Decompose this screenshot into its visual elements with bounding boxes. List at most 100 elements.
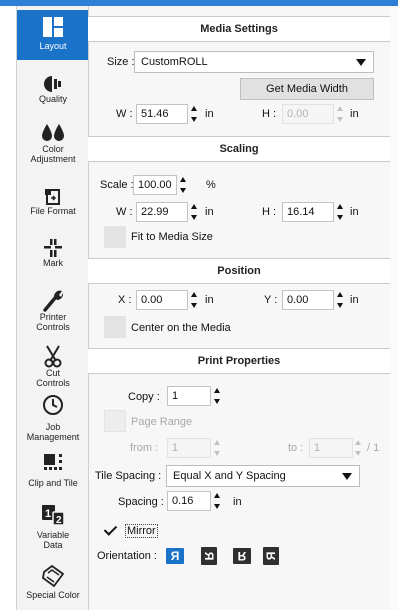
to-stepper[interactable] — [353, 438, 364, 458]
copy-label: Copy : — [128, 391, 160, 403]
media-width-input[interactable]: 51.46 — [136, 104, 188, 124]
get-media-width-button[interactable]: Get Media Width — [240, 78, 374, 100]
sidebar-item-label: Color Adjustment — [30, 144, 76, 164]
section-header-print-properties: Print Properties — [88, 348, 390, 374]
tile-spacing-label: Tile Spacing : — [95, 470, 162, 482]
section-header-position: Position — [88, 258, 390, 284]
sidebar-item-label: Layout — [39, 41, 67, 51]
sidebar-item-special-color[interactable]: Special Color — [17, 564, 89, 610]
scrollbar-track[interactable] — [390, 6, 398, 610]
media-size-dropdown[interactable]: CustomROLL — [134, 51, 374, 73]
scale-height-stepper[interactable] — [335, 202, 346, 222]
sidebar-item-clip-and-tile[interactable]: Clip and Tile — [17, 448, 89, 496]
fit-to-media-checkbox[interactable] — [104, 226, 126, 248]
chevron-down-icon — [356, 59, 366, 66]
scale-label: Scale : — [100, 179, 134, 191]
layout-icon — [43, 17, 63, 37]
chevron-down-icon — [342, 473, 352, 480]
orientation-rotate-90-button[interactable]: R — [201, 547, 217, 565]
sidebar-item-variable-data[interactable]: 1 2 Variable Data — [17, 502, 89, 556]
orientation-rotate-180-button[interactable]: R — [233, 548, 251, 564]
scale-h-label: H : — [262, 206, 277, 218]
sidebar-item-layout[interactable]: Layout — [17, 10, 89, 60]
copy-input[interactable]: 1 — [167, 386, 211, 406]
page-range-label: Page Range — [131, 416, 193, 428]
section-header-media-settings: Media Settings — [88, 16, 390, 42]
position-y-input[interactable]: 0.00 — [282, 290, 334, 310]
special-color-icon — [42, 564, 65, 588]
clip-tile-icon — [44, 454, 62, 470]
file-format-icon — [45, 189, 60, 205]
svg-text:2: 2 — [56, 515, 62, 526]
position-x-stepper[interactable] — [189, 290, 200, 310]
position-y-label: Y : — [264, 294, 278, 306]
position-y-stepper[interactable] — [335, 290, 346, 310]
from-label: from : — [130, 442, 159, 454]
position-x-input[interactable]: 0.00 — [136, 290, 188, 310]
spacing-stepper[interactable] — [212, 491, 223, 511]
sidebar-item-cut-controls[interactable]: Cut Controls — [17, 344, 89, 390]
sidebar-item-color-adjustment[interactable]: Color Adjustment — [17, 122, 89, 174]
wrench-icon — [43, 290, 64, 312]
sidebar-item-quality[interactable]: Quality — [17, 74, 89, 114]
sidebar-item-label: Cut Controls — [36, 368, 70, 388]
media-height-stepper[interactable] — [335, 104, 346, 124]
mirror-label: Mirror — [125, 524, 158, 538]
scissors-icon — [44, 345, 62, 368]
scale-w-unit: in — [205, 206, 214, 218]
media-h-unit: in — [350, 108, 359, 120]
sidebar-item-file-format[interactable]: File Format — [17, 186, 89, 226]
size-label: Size : — [107, 56, 135, 68]
position-x-unit: in — [205, 294, 214, 306]
scale-width-stepper[interactable] — [189, 202, 200, 222]
scale-input[interactable]: 100.00 — [133, 175, 177, 195]
media-height-input[interactable]: 0.00 — [282, 104, 334, 124]
sidebar-item-job-management[interactable]: Job Management — [17, 394, 89, 444]
tile-spacing-dropdown[interactable]: Equal X and Y Spacing — [166, 465, 360, 487]
scale-w-label: W : — [116, 206, 133, 218]
from-stepper[interactable] — [212, 438, 223, 458]
page-range-checkbox[interactable] — [104, 410, 126, 432]
media-size-value: CustomROLL — [141, 56, 208, 68]
orientation-normal-button[interactable]: R — [166, 548, 184, 564]
scale-h-unit: in — [350, 206, 359, 218]
clock-icon — [43, 395, 63, 415]
sidebar: Layout Quality Color Adjustment File For… — [16, 6, 89, 610]
media-width-stepper[interactable] — [189, 104, 200, 124]
sidebar-item-label: Clip and Tile — [28, 478, 78, 488]
orientation-rotate-270-button[interactable]: R — [263, 547, 279, 565]
sidebar-item-printer-controls[interactable]: Printer Controls — [17, 288, 89, 340]
from-input[interactable]: 1 — [167, 438, 211, 458]
copy-stepper[interactable] — [212, 386, 223, 406]
svg-text:1: 1 — [45, 508, 51, 520]
scale-unit: % — [206, 179, 216, 191]
media-w-unit: in — [205, 108, 214, 120]
mirror-checkbox[interactable] — [100, 519, 122, 541]
to-label: to : — [288, 442, 304, 454]
spacing-input[interactable]: 0.16 — [167, 491, 211, 511]
to-total: / 1 — [367, 442, 380, 454]
to-input[interactable]: 1 — [309, 438, 353, 458]
media-h-label: H : — [262, 108, 277, 120]
media-w-label: W : — [116, 108, 133, 120]
position-y-unit: in — [350, 294, 359, 306]
crop-mark-icon — [44, 239, 62, 257]
center-on-media-checkbox[interactable] — [104, 316, 126, 338]
tile-spacing-value: Equal X and Y Spacing — [173, 470, 286, 482]
scale-stepper[interactable] — [178, 175, 189, 195]
quality-icon — [44, 76, 61, 92]
sidebar-item-label: Quality — [38, 94, 67, 104]
color-drops-icon — [42, 124, 64, 141]
spacing-label: Spacing : — [118, 496, 164, 508]
sidebar-item-label: Mark — [43, 258, 63, 268]
variable-data-icon: 1 2 — [42, 505, 65, 526]
orientation-label: Orientation : — [97, 550, 157, 562]
scale-width-input[interactable]: 22.99 — [136, 202, 188, 222]
sidebar-item-label: File Format — [30, 206, 76, 216]
sidebar-item-label: Special Color — [26, 590, 80, 600]
scale-height-input[interactable]: 16.14 — [282, 202, 334, 222]
fit-to-media-label: Fit to Media Size — [131, 231, 213, 243]
center-on-media-label: Center on the Media — [131, 322, 231, 334]
sidebar-item-label: Variable Data — [36, 530, 70, 550]
sidebar-item-mark[interactable]: Mark — [17, 238, 89, 278]
